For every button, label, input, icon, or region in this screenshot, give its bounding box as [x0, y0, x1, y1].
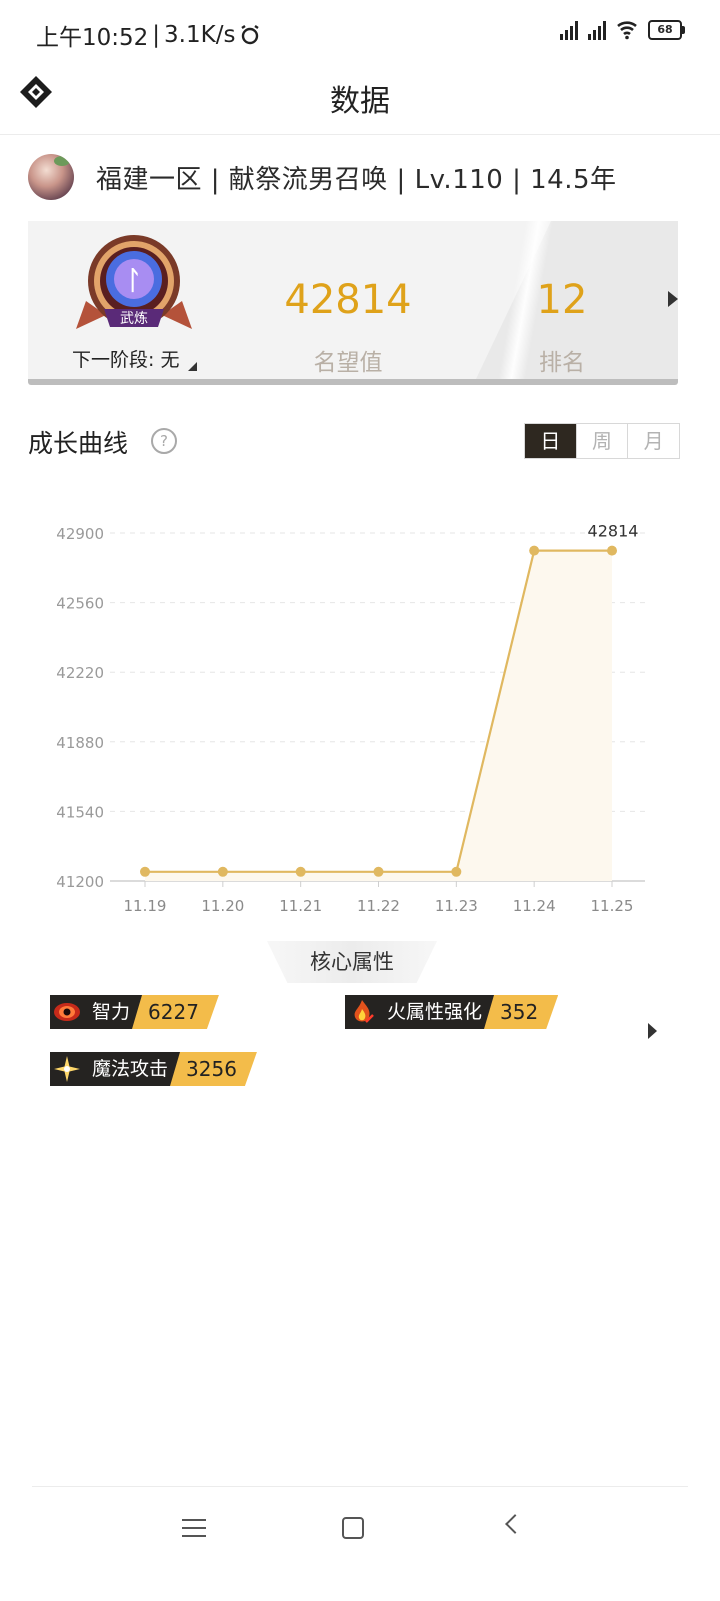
attribute-intelligence: 智力 6227	[50, 995, 219, 1029]
reputation-label: 名望值	[313, 350, 383, 376]
tab-week[interactable]: 周	[575, 424, 628, 458]
help-icon[interactable]: ?	[151, 428, 177, 454]
attribute-label-box: 魔法攻击	[50, 1052, 181, 1086]
attribute-value: 352	[484, 995, 558, 1029]
menu-icon[interactable]	[182, 1519, 206, 1537]
rank-value: 12	[536, 277, 588, 323]
tab-day[interactable]: 日	[525, 424, 576, 458]
stage-corner-icon	[188, 362, 197, 371]
data-point	[529, 545, 540, 556]
reputation-value: 42814	[284, 277, 412, 323]
y-tick-label: 42560	[56, 595, 104, 613]
x-tick-label: 11.25	[591, 897, 634, 915]
series-area	[145, 550, 612, 881]
x-tick-label: 11.19	[124, 897, 167, 915]
attribute-value: 3256	[170, 1052, 257, 1086]
y-tick-label: 41200	[56, 873, 104, 891]
avatar[interactable]	[28, 154, 74, 200]
attribute-label-box: 智力	[50, 995, 143, 1029]
tab-month[interactable]: 月	[627, 424, 679, 458]
attribute-label: 智力	[92, 1001, 131, 1023]
svg-text:ᛚ: ᛚ	[126, 266, 142, 296]
y-tick-label: 41540	[56, 803, 104, 821]
wifi-icon	[617, 21, 637, 40]
system-nav-bar	[32, 1486, 688, 1601]
rank-badge-icon: ᛚ 武炼	[76, 235, 192, 329]
y-tick-label: 42220	[56, 664, 104, 682]
x-tick-label: 11.20	[201, 897, 244, 915]
rank-label: 排名	[539, 350, 585, 376]
attribute-magic-attack: 魔法攻击 3256	[50, 1052, 257, 1086]
status-left: 上午10:52 | 3.1K/s	[36, 18, 261, 52]
data-point	[373, 866, 384, 877]
app-header: 数据	[0, 64, 720, 135]
alarm-icon	[241, 25, 260, 45]
back-icon[interactable]	[505, 1514, 525, 1534]
data-point	[451, 866, 462, 877]
next-stage-label: 下一阶段: 无	[72, 349, 180, 371]
data-point	[217, 866, 228, 877]
fire-icon	[345, 995, 379, 1029]
attributes-more-arrow-icon[interactable]	[648, 1023, 657, 1039]
attribute-label-box: 火属性强化	[345, 995, 495, 1029]
page-title: 数据	[330, 84, 390, 119]
eye-icon	[50, 995, 84, 1029]
data-point	[140, 866, 150, 877]
x-tick-label: 11.23	[435, 897, 478, 915]
growth-title: 成长曲线	[28, 429, 129, 458]
stats-card[interactable]: ᛚ 武炼 下一阶段: 无 42814 名望值 12 排名	[28, 221, 678, 379]
character-profile[interactable]: 福建一区 | 献祭流男召唤 | Lv.110 | 14.5年	[28, 154, 617, 200]
card-bottom-bar	[28, 379, 678, 385]
period-toggle: 日 周 月	[524, 423, 680, 459]
attribute-label: 魔法攻击	[92, 1058, 169, 1080]
data-point	[295, 866, 306, 877]
card-arrow-icon[interactable]	[668, 291, 678, 307]
signal-icon-2	[588, 20, 606, 40]
x-tick-label: 11.21	[279, 897, 322, 915]
core-attributes-title: 核心属性	[267, 941, 437, 983]
badge-text: 武炼	[120, 311, 148, 327]
status-net-speed: 3.1K/s	[164, 22, 236, 48]
sparkle-icon	[50, 1052, 84, 1086]
status-bar: 上午10:52 | 3.1K/s 68	[0, 0, 720, 64]
signal-icon	[560, 20, 578, 40]
y-tick-label: 41880	[56, 734, 104, 752]
attribute-value: 6227	[132, 995, 219, 1029]
x-tick-label: 11.22	[357, 897, 400, 915]
growth-chart: 41200 41540 41880 42220 42560 42900 11.19 11.20…	[56, 522, 645, 915]
status-right: 68	[560, 20, 685, 40]
x-tick-label: 11.24	[513, 897, 556, 915]
character-info: 福建一区 | 献祭流男召唤 | Lv.110 | 14.5年	[96, 164, 617, 195]
attribute-fire-enhance: 火属性强化 352	[345, 995, 558, 1029]
data-label: 42814	[588, 522, 639, 541]
home-icon[interactable]	[342, 1517, 364, 1539]
battery-icon: 68	[648, 20, 685, 40]
data-point	[607, 545, 617, 556]
y-tick-label: 42900	[56, 525, 104, 543]
attribute-label: 火属性强化	[387, 1001, 483, 1023]
status-time: 上午10:52	[36, 25, 149, 51]
status-separator: |	[152, 22, 161, 48]
